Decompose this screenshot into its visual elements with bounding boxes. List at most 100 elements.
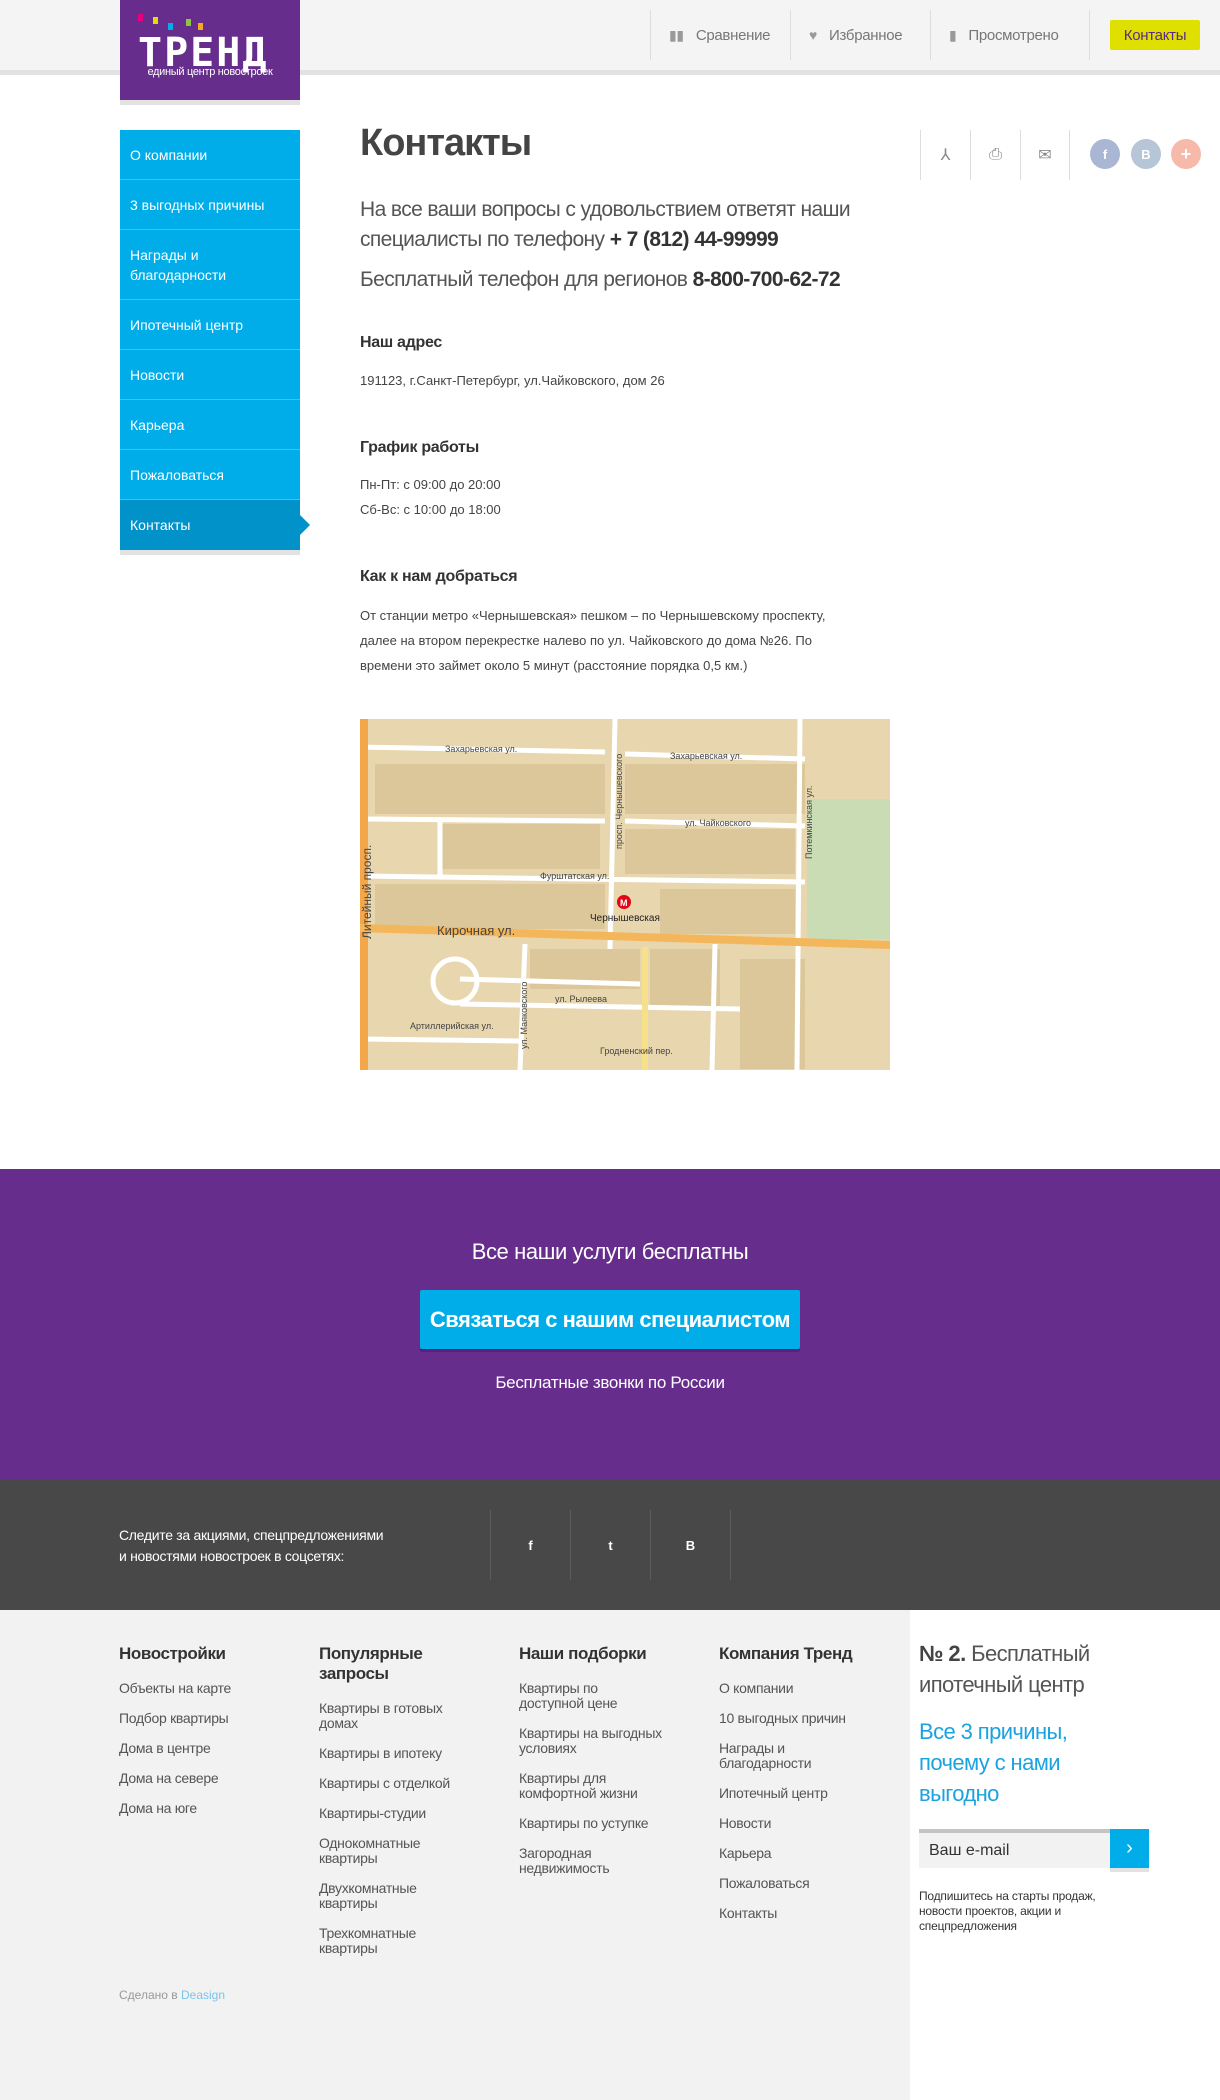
footer-link[interactable]: Карьера [719, 1846, 879, 1861]
footer-link[interactable]: Двухкомнатные квартиры [319, 1881, 439, 1911]
panel-number: № 2. [919, 1641, 966, 1666]
address-heading: Наш адрес [360, 334, 442, 351]
footer-link[interactable]: Контакты [719, 1906, 879, 1921]
footer-link[interactable]: 10 выгодных причин [719, 1711, 879, 1726]
phone-number[interactable]: + 7 (812) 44-99999 [610, 228, 779, 251]
promo-section: Все наши услуги бесплатны Связаться с на… [0, 1169, 1220, 1480]
map-label: ул. Маяковского [519, 982, 529, 1049]
heart-icon: ♥ [809, 27, 818, 43]
footer-link[interactable]: Подбор квартиры [119, 1711, 294, 1726]
vk-link[interactable]: B [650, 1510, 731, 1580]
reasons-link[interactable]: Все 3 причины, почему с нами выгодно [919, 1716, 1119, 1809]
twitter-link[interactable]: t [570, 1510, 650, 1580]
sidebar-item-contacts[interactable]: Контакты [120, 500, 310, 550]
footer-column-new-buildings: Новостройки Объекты на карте Подбор квар… [119, 1644, 294, 1831]
footer-link[interactable]: О компании [719, 1681, 879, 1696]
directions-heading: Как к нам добраться [360, 568, 518, 585]
footer-column-company: Компания Тренд О компании 10 выгодных пр… [719, 1644, 879, 1936]
map-label: Артиллерийская ул. [410, 1021, 494, 1031]
nav-viewed[interactable]: ▮ Просмотрено [930, 10, 1090, 60]
footer-link[interactable]: Пожаловаться [719, 1876, 879, 1891]
plus-share-button[interactable]: + [1171, 139, 1201, 169]
footer-column-title: Наши подборки [519, 1644, 647, 1663]
footer-link[interactable]: Квартиры для комфортной жизни [519, 1771, 659, 1801]
lead-phone-line: специалисты по телефону + 7 (812) 44-999… [360, 228, 779, 252]
hours-weekdays: Пн-Пт: с 09:00 до 20:00 [360, 477, 501, 492]
made-by-text: Сделано в [119, 1988, 178, 2002]
logo-pixel [153, 17, 158, 24]
footer-link[interactable]: Квартиры на выгодных условиях [519, 1726, 679, 1756]
map-label: Литейный просп. [360, 845, 374, 939]
facebook-link[interactable]: f [490, 1510, 570, 1580]
directions-line: От станции метро «Чернышевская» пешком –… [360, 608, 826, 623]
footer-column-title: Компания Тренд [719, 1644, 853, 1663]
social-text-line: Следите за акциями, спецпредложениями [119, 1527, 384, 1543]
nav-label: Избранное [829, 26, 903, 44]
footer-link[interactable]: Однокомнатные квартиры [319, 1836, 439, 1866]
footer-link[interactable]: Объекты на карте [119, 1681, 294, 1696]
sidebar-item-about[interactable]: О компании [120, 130, 300, 180]
deasign-link[interactable]: Deasign [181, 1988, 225, 2002]
logo[interactable]: ТРЕНД единый центр новостроек [120, 0, 300, 105]
footer-link[interactable]: Новости [719, 1816, 879, 1831]
lead-free-phone-line: Бесплатный телефон для регионов 8-800-70… [360, 268, 841, 292]
map-label: Гродненский пер. [600, 1046, 673, 1056]
hours-heading: График работы [360, 439, 479, 456]
footer-link[interactable]: Квартиры с отделкой [319, 1776, 469, 1791]
nav-compare[interactable]: ▮▮ Сравнение [650, 10, 790, 60]
document-icon: ▮ [949, 26, 957, 43]
footer-column-title: Популярные запросы [319, 1644, 423, 1683]
page-title: Контакты [360, 122, 532, 164]
facebook-share-button[interactable]: f [1090, 139, 1120, 169]
lead-text: На все ваши вопросы с удовольствием отве… [360, 198, 851, 221]
vk-share-button[interactable]: B [1131, 139, 1161, 169]
sidebar-item-reasons[interactable]: 3 выгодных причины [120, 180, 300, 230]
subscribe-panel: № 2. Бесплатный ипотечный центр Все 3 пр… [910, 1610, 1220, 2100]
nav-label: Просмотрено [968, 26, 1059, 44]
panel-title: № 2. Бесплатный ипотечный центр [919, 1638, 1119, 1700]
footer-link[interactable]: Дома на юге [119, 1801, 294, 1816]
contacts-button[interactable]: Контакты [1110, 20, 1200, 50]
park-area [807, 799, 890, 939]
footer-column-title: Новостройки [119, 1644, 226, 1663]
subscribe-submit-button[interactable]: › [1110, 1829, 1149, 1868]
footer-link[interactable]: Загородная недвижимость [519, 1846, 639, 1876]
sidebar-bottom-strip [120, 550, 300, 555]
footer-link[interactable]: Дома в центре [119, 1741, 294, 1756]
social-text-line: и новостями новостроек в соцсетях: [119, 1548, 345, 1564]
map-label: Потемкинская ул. [804, 786, 814, 860]
sidebar-nav: О компании 3 выгодных причины Награды и … [120, 130, 310, 555]
email-input[interactable] [919, 1829, 1110, 1868]
sidebar-item-career[interactable]: Карьера [120, 400, 300, 450]
footer-link[interactable]: Награды и благодарности [719, 1741, 829, 1771]
contact-specialist-button[interactable]: Связаться с нашим специалистом [420, 1290, 800, 1349]
footer: Новостройки Объекты на карте Подбор квар… [0, 1610, 910, 2100]
lead-text: специалисты по телефону [360, 228, 605, 251]
directions-line: далее на втором перекрестке налево по ул… [360, 633, 812, 648]
footer-link[interactable]: Ипотечный центр [719, 1786, 879, 1801]
directions-line: времени это займет около 5 минут (рассто… [360, 658, 748, 673]
nav-favorites[interactable]: ♥ Избранное [790, 10, 930, 60]
print-icon: ⎙ [989, 146, 1002, 163]
location-map[interactable]: Захарьевская ул. Захарьевская ул. ул. Ча… [360, 719, 890, 1070]
footer-link[interactable]: Квартиры по доступной цене [519, 1681, 629, 1711]
map-label: Захарьевская ул. [670, 751, 742, 761]
free-phone-number[interactable]: 8-800-700-62-72 [693, 268, 841, 291]
map-label: Кирочная ул. [437, 923, 515, 938]
sidebar-item-news[interactable]: Новости [120, 350, 300, 400]
sidebar-item-mortgage[interactable]: Ипотечный центр [120, 300, 300, 350]
footer-link[interactable]: Трехкомнатные квартиры [319, 1926, 439, 1956]
print-button[interactable]: ⎙ [970, 130, 1020, 180]
email-share-button[interactable]: ✉ [1020, 130, 1070, 180]
footer-link[interactable]: Квартиры в ипотеку [319, 1746, 469, 1761]
footer-column-selections: Наши подборки Квартиры по доступной цене… [519, 1644, 684, 1891]
sidebar-item-complaint[interactable]: Пожаловаться [120, 450, 300, 500]
pdf-button[interactable]: ⅄ [920, 130, 970, 180]
footer-link[interactable]: Квартиры в готовых домах [319, 1701, 469, 1731]
map-label: ул. Рылеева [555, 994, 607, 1004]
footer-link[interactable]: Квартиры-студии [319, 1806, 469, 1821]
footer-link[interactable]: Дома на севере [119, 1771, 294, 1786]
sidebar-item-awards[interactable]: Награды и благодарности [120, 230, 300, 300]
footer-link[interactable]: Квартиры по уступке [519, 1816, 684, 1831]
made-by: Сделано в Deasign [119, 1988, 225, 2002]
